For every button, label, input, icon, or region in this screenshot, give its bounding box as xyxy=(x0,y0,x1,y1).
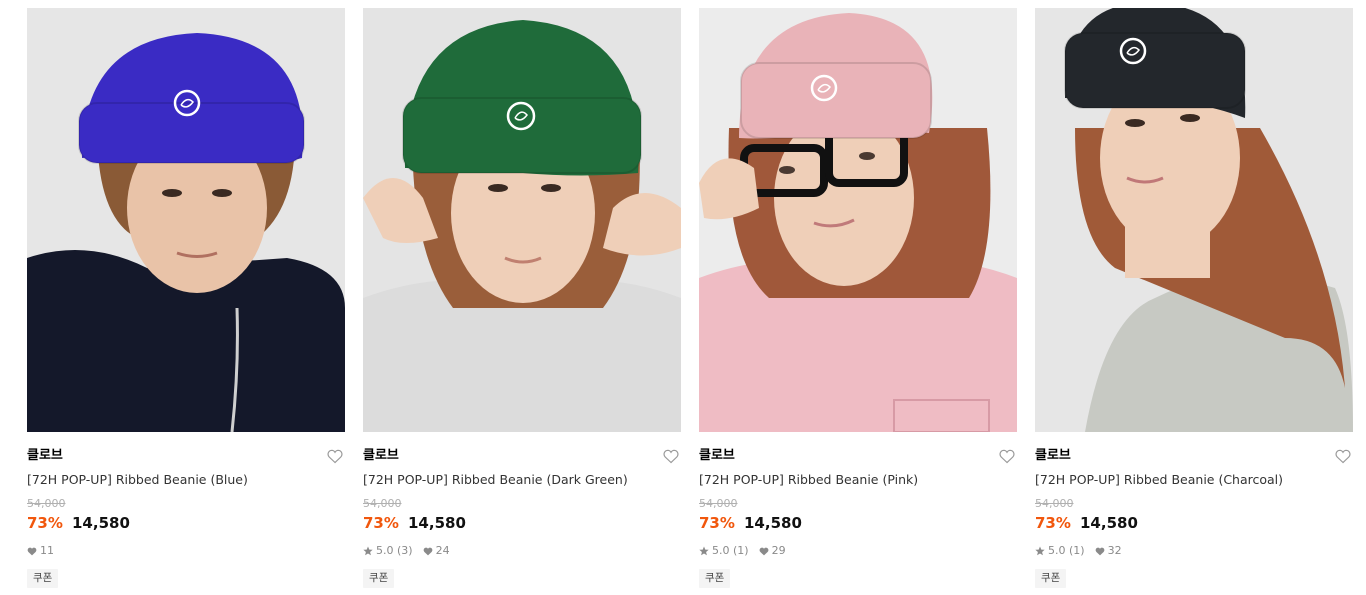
product-meta: 5.0 (1) 29 xyxy=(699,544,796,558)
product-meta: 5.0 (1) 32 xyxy=(1035,544,1132,558)
star-icon xyxy=(1035,546,1045,556)
product-meta: 11 xyxy=(27,544,64,558)
brand-name[interactable]: 클로브 xyxy=(1035,448,1071,464)
likes-group: 11 xyxy=(27,544,54,558)
product-title[interactable]: [72H POP-UP] Ribbed Beanie (Dark Green) xyxy=(363,472,663,488)
discount-rate: 73% xyxy=(1035,514,1071,532)
star-icon xyxy=(363,546,373,556)
rating-group: 5.0 (1) xyxy=(1035,544,1085,558)
star-icon xyxy=(699,546,709,556)
original-price: 54,000 xyxy=(27,497,66,510)
rating-text: 5.0 (3) xyxy=(376,544,413,557)
likes-group: 24 xyxy=(423,544,450,558)
discount-rate: 73% xyxy=(27,514,63,532)
product-image[interactable] xyxy=(1035,8,1353,432)
product-card[interactable]: 클로브 [72H POP-UP] Ribbed Beanie (Dark Gre… xyxy=(363,8,681,595)
heart-filled-icon xyxy=(1095,547,1104,555)
coupon-badge: 쿠폰 xyxy=(1035,569,1067,588)
rating-text: 5.0 (1) xyxy=(1048,544,1085,557)
product-image[interactable] xyxy=(27,8,345,432)
product-title[interactable]: [72H POP-UP] Ribbed Beanie (Charcoal) xyxy=(1035,472,1335,488)
product-image[interactable] xyxy=(363,8,681,432)
original-price: 54,000 xyxy=(1035,497,1074,510)
like-heart-icon[interactable] xyxy=(663,449,679,464)
discount-rate: 73% xyxy=(363,514,399,532)
brand-name[interactable]: 클로브 xyxy=(699,448,735,464)
sale-price: 14,580 xyxy=(1080,514,1138,532)
product-photo xyxy=(699,8,1017,432)
product-title[interactable]: [72H POP-UP] Ribbed Beanie (Pink) xyxy=(699,472,999,488)
like-heart-icon[interactable] xyxy=(327,449,343,464)
rating-group: 5.0 (1) xyxy=(699,544,749,558)
heart-filled-icon xyxy=(759,547,768,555)
brand-name[interactable]: 클로브 xyxy=(363,448,399,464)
sale-price: 14,580 xyxy=(744,514,802,532)
sale-price: 14,580 xyxy=(72,514,130,532)
like-heart-icon[interactable] xyxy=(1335,449,1351,464)
product-grid: 클로브 [72H POP-UP] Ribbed Beanie (Blue) 54… xyxy=(0,0,1366,595)
rating-text: 5.0 (1) xyxy=(712,544,749,557)
coupon-badge: 쿠폰 xyxy=(699,569,731,588)
likes-group: 29 xyxy=(759,544,786,558)
original-price: 54,000 xyxy=(699,497,738,510)
price-row: 73% 14,580 xyxy=(699,513,802,533)
price-row: 73% 14,580 xyxy=(1035,513,1138,533)
price-row: 73% 14,580 xyxy=(363,513,466,533)
sale-price: 14,580 xyxy=(408,514,466,532)
product-photo xyxy=(27,8,345,432)
likes-count: 32 xyxy=(1107,544,1122,557)
likes-count: 24 xyxy=(435,544,450,557)
brand-name[interactable]: 클로브 xyxy=(27,448,63,464)
likes-count: 11 xyxy=(40,544,54,557)
product-card[interactable]: 클로브 [72H POP-UP] Ribbed Beanie (Blue) 54… xyxy=(27,8,345,595)
product-card[interactable]: 클로브 [72H POP-UP] Ribbed Beanie (Pink) 54… xyxy=(699,8,1017,595)
product-meta: 5.0 (3) 24 xyxy=(363,544,460,558)
coupon-badge: 쿠폰 xyxy=(363,569,395,588)
heart-filled-icon xyxy=(423,547,432,555)
price-row: 73% 14,580 xyxy=(27,513,130,533)
product-photo xyxy=(363,8,681,432)
product-title[interactable]: [72H POP-UP] Ribbed Beanie (Blue) xyxy=(27,472,327,488)
product-card[interactable]: 클로브 [72H POP-UP] Ribbed Beanie (Charcoal… xyxy=(1035,8,1353,595)
heart-filled-icon xyxy=(27,547,37,555)
likes-count: 29 xyxy=(771,544,786,557)
product-photo xyxy=(1035,8,1353,432)
likes-group: 32 xyxy=(1095,544,1122,558)
like-heart-icon[interactable] xyxy=(999,449,1015,464)
product-image[interactable] xyxy=(699,8,1017,432)
coupon-badge: 쿠폰 xyxy=(27,569,59,588)
discount-rate: 73% xyxy=(699,514,735,532)
original-price: 54,000 xyxy=(363,497,402,510)
rating-group: 5.0 (3) xyxy=(363,544,413,558)
